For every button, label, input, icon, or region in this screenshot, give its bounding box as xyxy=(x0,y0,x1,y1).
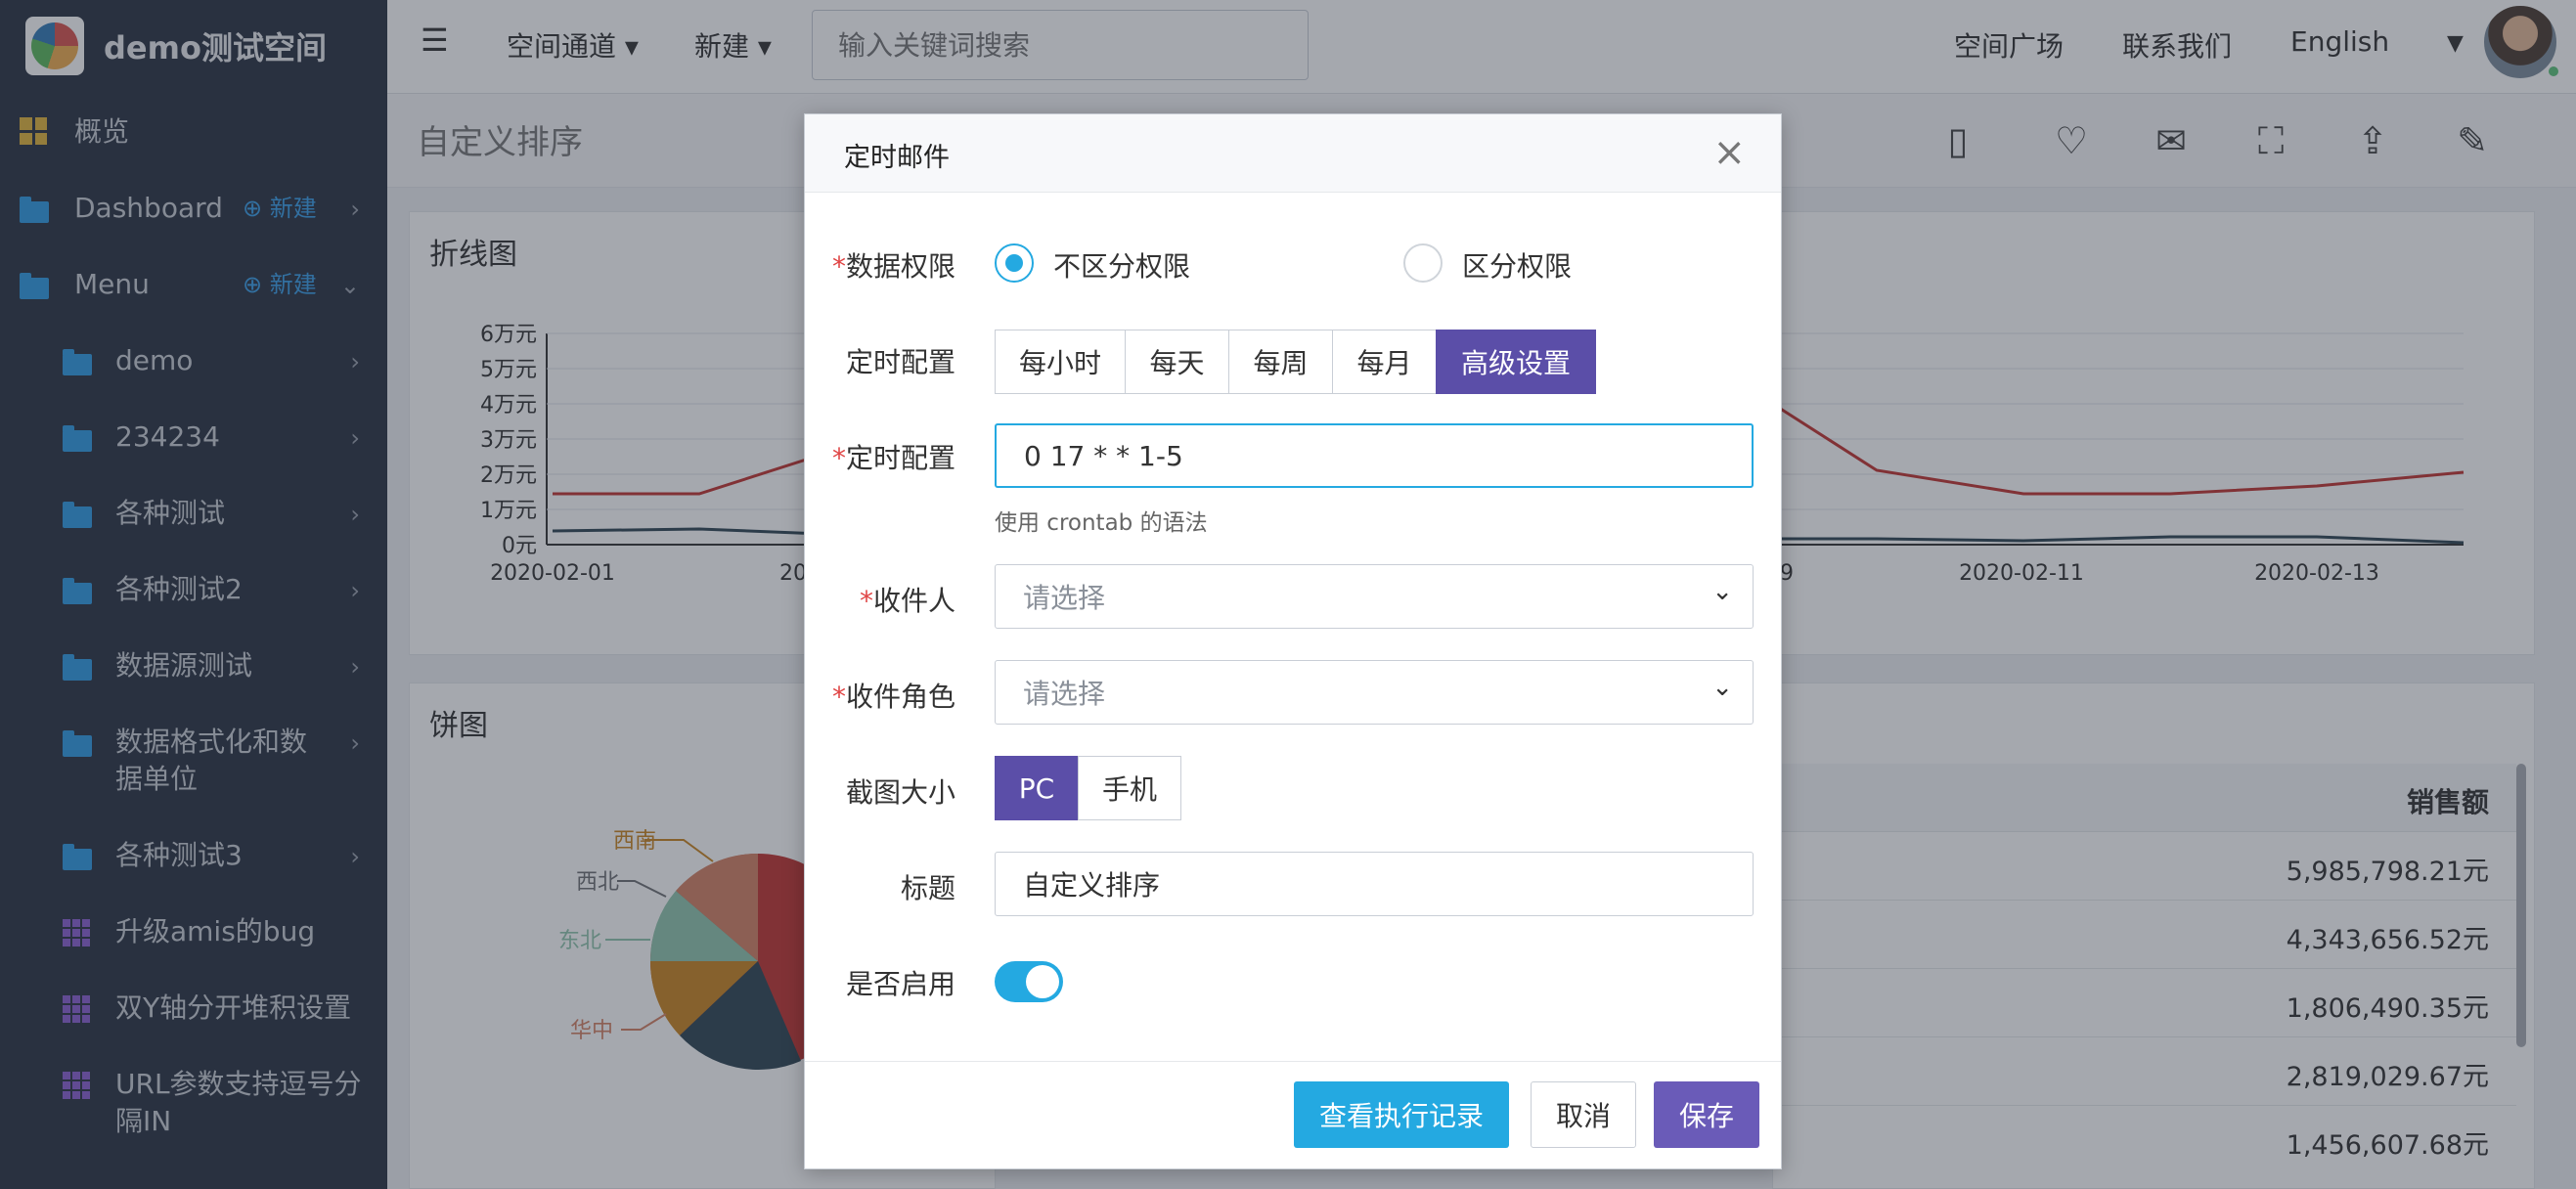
dialog-title: 定时邮件 xyxy=(844,143,950,173)
schedule-label: 定时配置 xyxy=(845,346,955,378)
scheduled-email-dialog: 定时邮件 × *数据权限 不区分权限 区分权限 定时配置 每小时 每天 每周 每… xyxy=(804,113,1782,1169)
data-permission-label: *数据权限 xyxy=(831,250,955,283)
radio-permission-split[interactable] xyxy=(1403,243,1443,283)
enabled-label: 是否启用 xyxy=(845,968,955,1000)
subject-label: 标题 xyxy=(900,872,955,904)
cron-label: *定时配置 xyxy=(831,442,955,474)
recipients-select[interactable]: 请选择 ⌄ xyxy=(995,564,1754,629)
radio-label: 不区分权限 xyxy=(1053,250,1191,283)
schedule-button-group: 每小时 每天 每周 每月 高级设置 xyxy=(995,330,1596,394)
screenshot-size-label: 截图大小 xyxy=(845,776,955,809)
save-button[interactable]: 保存 xyxy=(1654,1081,1759,1148)
screenshot-size-button-group: PC 手机 xyxy=(995,756,1181,820)
schedule-advanced-button[interactable]: 高级设置 xyxy=(1436,330,1596,394)
schedule-weekly-button[interactable]: 每周 xyxy=(1228,330,1333,394)
radio-no-permission-split[interactable] xyxy=(995,243,1034,283)
chevron-down-icon: ⌄ xyxy=(1711,577,1733,606)
screenshot-mobile-button[interactable]: 手机 xyxy=(1078,756,1181,820)
recipients-label: *收件人 xyxy=(859,585,955,617)
chevron-down-icon: ⌄ xyxy=(1711,673,1733,702)
dialog-footer: 查看执行记录 取消 保存 xyxy=(805,1061,1781,1168)
cron-input[interactable]: 0 17 * * 1-5 xyxy=(995,423,1754,488)
cron-hint: 使用 crontab 的语法 xyxy=(995,510,1208,536)
schedule-hourly-button[interactable]: 每小时 xyxy=(995,330,1126,394)
enabled-toggle[interactable] xyxy=(995,961,1063,1002)
radio-label: 区分权限 xyxy=(1462,250,1573,283)
recipient-roles-label: *收件角色 xyxy=(831,681,955,713)
view-history-button[interactable]: 查看执行记录 xyxy=(1294,1081,1509,1148)
recipient-roles-select[interactable]: 请选择 ⌄ xyxy=(995,660,1754,725)
schedule-monthly-button[interactable]: 每月 xyxy=(1332,330,1437,394)
dialog-header: 定时邮件 × xyxy=(805,114,1781,193)
close-icon[interactable]: × xyxy=(1712,130,1746,175)
schedule-daily-button[interactable]: 每天 xyxy=(1125,330,1229,394)
screenshot-pc-button[interactable]: PC xyxy=(995,756,1079,820)
cancel-button[interactable]: 取消 xyxy=(1531,1081,1636,1148)
subject-input[interactable]: 自定义排序 xyxy=(995,852,1754,916)
